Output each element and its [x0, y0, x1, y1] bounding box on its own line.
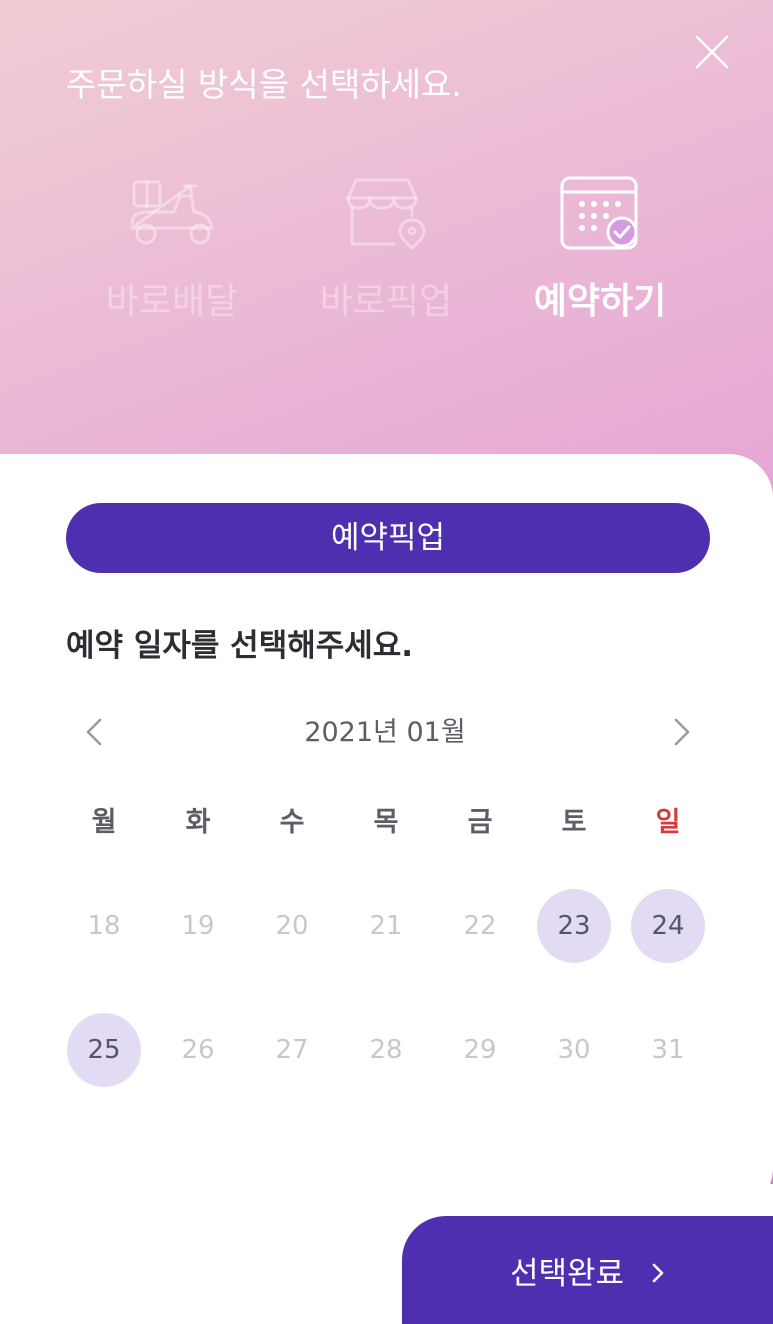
calendar-day-26: 26	[181, 1035, 215, 1065]
calendar-day-18: 18	[87, 911, 121, 941]
weekday-mon: 월	[91, 807, 117, 838]
confirm-selection-button[interactable]: 선택완료	[402, 1216, 773, 1324]
weekday-sat: 토	[561, 807, 587, 838]
store-location-icon	[346, 178, 426, 250]
calendar-month-label: 2021년 01월	[304, 717, 466, 748]
calendar-day-31: 31	[651, 1035, 685, 1065]
chevron-right-icon	[652, 1263, 664, 1283]
calendar-day-22: 22	[463, 911, 497, 941]
close-icon	[695, 35, 729, 69]
tab-instant-pickup[interactable]: 바로픽업	[286, 172, 486, 322]
calendar-day-19: 19	[181, 911, 215, 941]
weekday-tue: 화	[185, 807, 211, 838]
tab-label: 바로픽업	[319, 281, 453, 322]
weekday-thu: 목	[373, 807, 399, 838]
weekday-wed: 수	[279, 807, 305, 838]
calendar-day-28: 28	[369, 1035, 403, 1065]
calendar-day-29: 29	[463, 1035, 497, 1065]
reservation-pickup-button[interactable]: 예약픽업	[66, 503, 710, 573]
calendar-check-icon	[560, 176, 638, 250]
tab-reservation[interactable]: 예약하기	[500, 172, 700, 322]
chevron-right-icon	[674, 718, 690, 746]
tab-label: 예약하기	[533, 281, 667, 322]
calendar-day-20: 20	[275, 911, 309, 941]
next-month-button[interactable]	[660, 712, 700, 752]
calendar-day-24[interactable]: 24	[631, 889, 705, 963]
section-title: 예약 일자를 선택해주세요.	[66, 628, 414, 664]
calendar-day-27: 27	[275, 1035, 309, 1065]
tab-instant-delivery[interactable]: 바로배달	[72, 172, 272, 322]
scooter-icon	[130, 180, 214, 245]
tab-label: 바로배달	[105, 281, 239, 322]
calendar-day-25[interactable]: 25	[67, 1013, 141, 1087]
calendar-day-23[interactable]: 23	[537, 889, 611, 963]
prev-month-button[interactable]	[76, 712, 116, 752]
chevron-left-icon	[86, 718, 102, 746]
calendar-day-21: 21	[369, 911, 403, 941]
weekday-sun: 일	[655, 807, 681, 838]
reservation-card: 예약픽업 예약 일자를 선택해주세요. 2021년 01월 월 화 수 목 금 …	[0, 454, 773, 1216]
page-title: 주문하실 방식을 선택하세요.	[66, 65, 462, 104]
confirm-label: 선택완료	[510, 1256, 625, 1292]
weekday-fri: 금	[467, 807, 493, 838]
calendar-day-30: 30	[557, 1035, 591, 1065]
close-button[interactable]	[690, 30, 734, 74]
